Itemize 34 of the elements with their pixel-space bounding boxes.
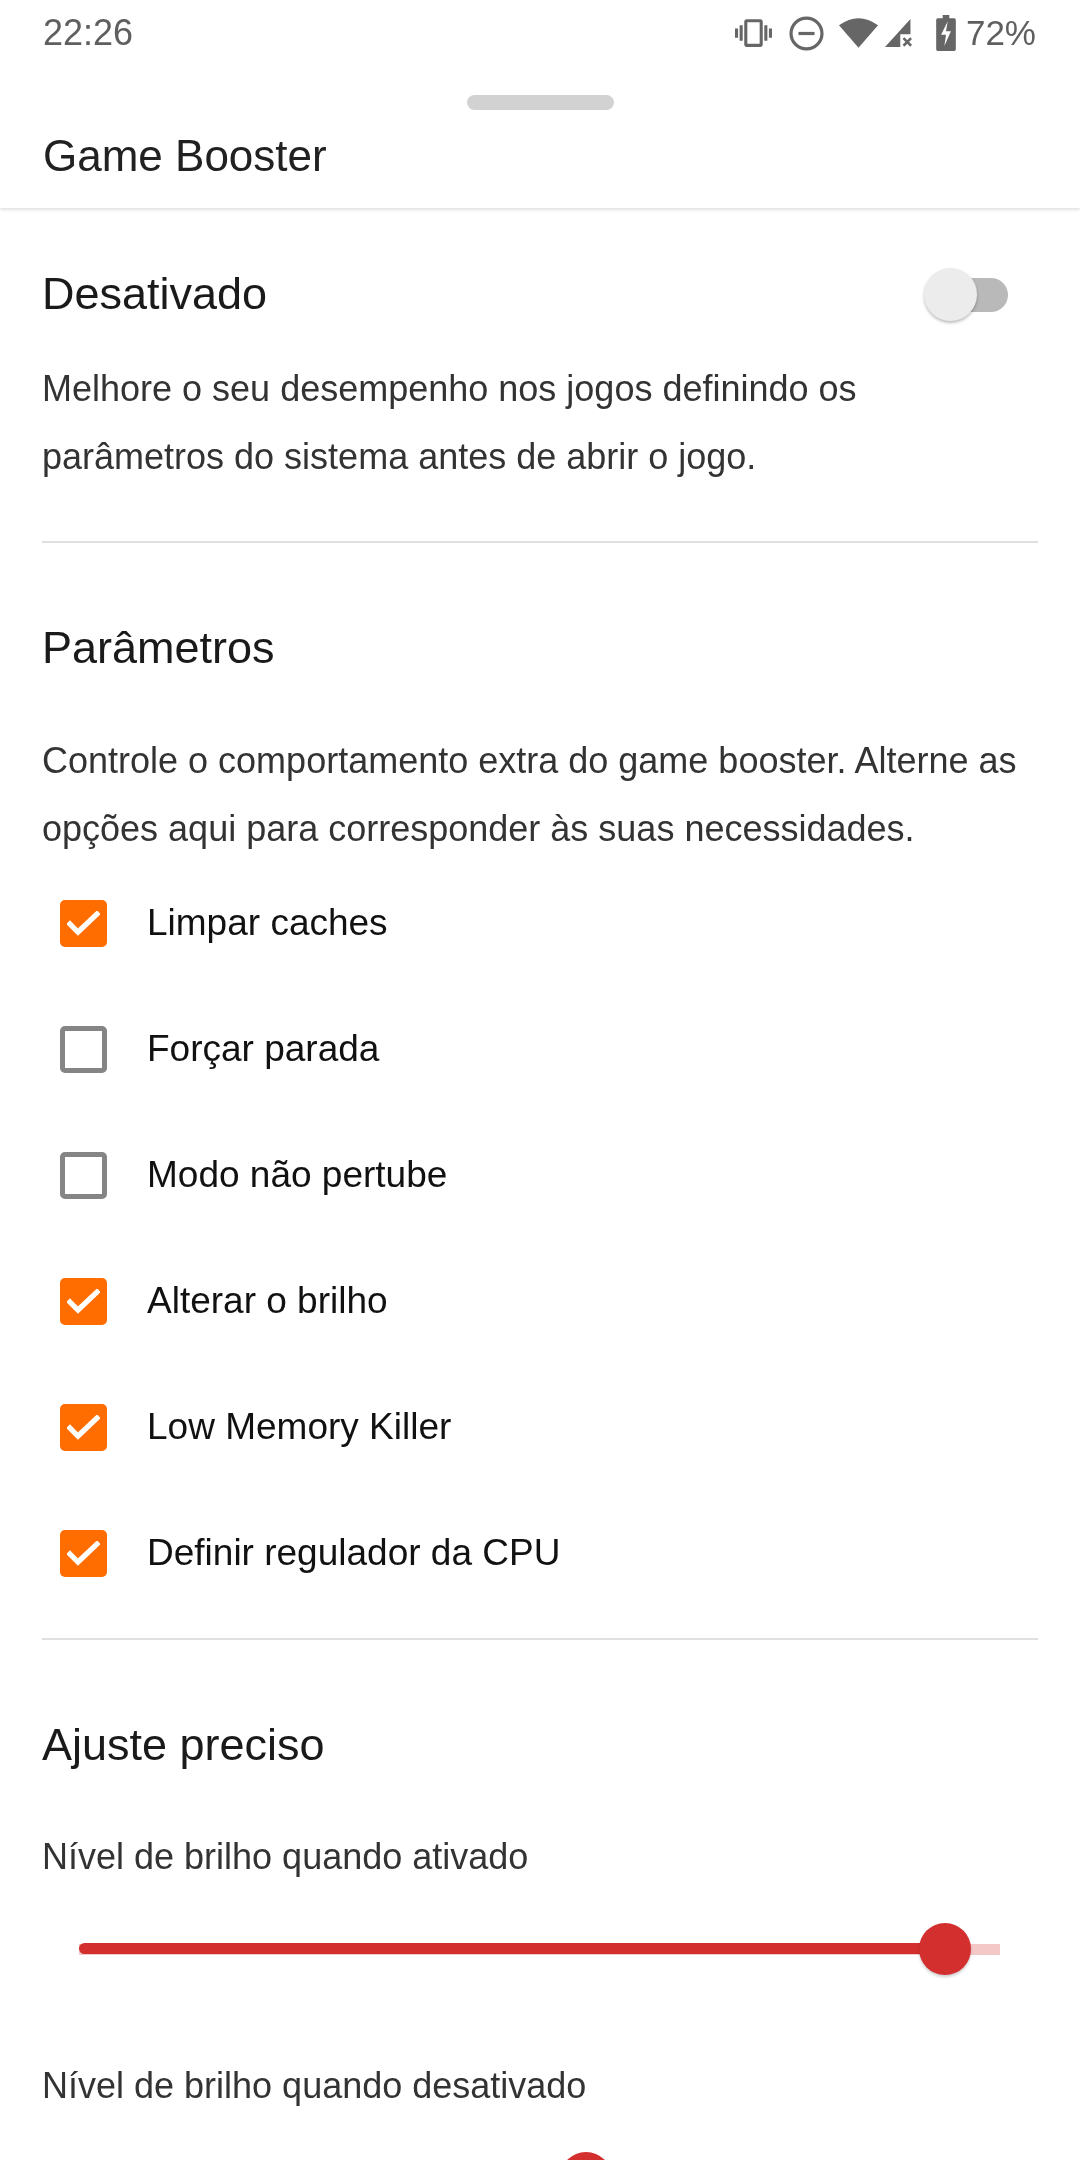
check-icon bbox=[67, 1540, 100, 1566]
option-label: Modo não pertube bbox=[147, 1153, 448, 1197]
battery-percent: 72% bbox=[965, 13, 1036, 53]
check-icon bbox=[67, 910, 100, 936]
checkbox[interactable] bbox=[60, 1277, 107, 1325]
status-time: 22:26 bbox=[43, 13, 134, 53]
switch-label: Desativado bbox=[42, 267, 268, 321]
checkbox[interactable] bbox=[60, 1151, 107, 1199]
checkbox[interactable] bbox=[60, 1403, 107, 1451]
vibrate-icon bbox=[734, 19, 772, 47]
checkbox[interactable] bbox=[60, 1025, 107, 1073]
no-signal-icon bbox=[884, 19, 913, 47]
checkbox[interactable] bbox=[60, 1529, 107, 1577]
sheet-title: Game Booster bbox=[43, 131, 327, 181]
description-text: Controle o comportamento extra do game booster. Alterne as opções aqui para corresponder às suas necessidades. bbox=[42, 739, 1018, 851]
section-title: Ajuste preciso bbox=[42, 1718, 325, 1772]
section-title: Parâmetros bbox=[42, 621, 275, 675]
slider-thumb[interactable] bbox=[918, 1923, 971, 1975]
description-text: Melhore o seu desempenho nos jogos definindo os parâmetros do sistema antes de abrir o jogo. bbox=[42, 367, 858, 479]
option-label: Limpar caches bbox=[147, 901, 388, 945]
option-label: Definir regulador da CPU bbox=[147, 1531, 561, 1575]
drag-handle[interactable] bbox=[466, 95, 614, 110]
slider-label: Nível de brilho quando desativado bbox=[42, 2064, 587, 2108]
option-label: Alterar o brilho bbox=[147, 1279, 388, 1323]
option-label: Low Memory Killer bbox=[147, 1405, 452, 1449]
battery-charging-icon bbox=[935, 15, 956, 51]
do-not-disturb-icon bbox=[788, 15, 824, 51]
wifi-icon bbox=[838, 18, 878, 48]
option-label: Forçar parada bbox=[147, 1027, 380, 1071]
toggle-switch[interactable] bbox=[924, 267, 1008, 321]
check-icon bbox=[67, 1414, 100, 1440]
slider-label: Nível de brilho quando ativado bbox=[42, 1835, 529, 1879]
check-icon bbox=[67, 1288, 100, 1314]
checkbox[interactable] bbox=[60, 899, 107, 947]
